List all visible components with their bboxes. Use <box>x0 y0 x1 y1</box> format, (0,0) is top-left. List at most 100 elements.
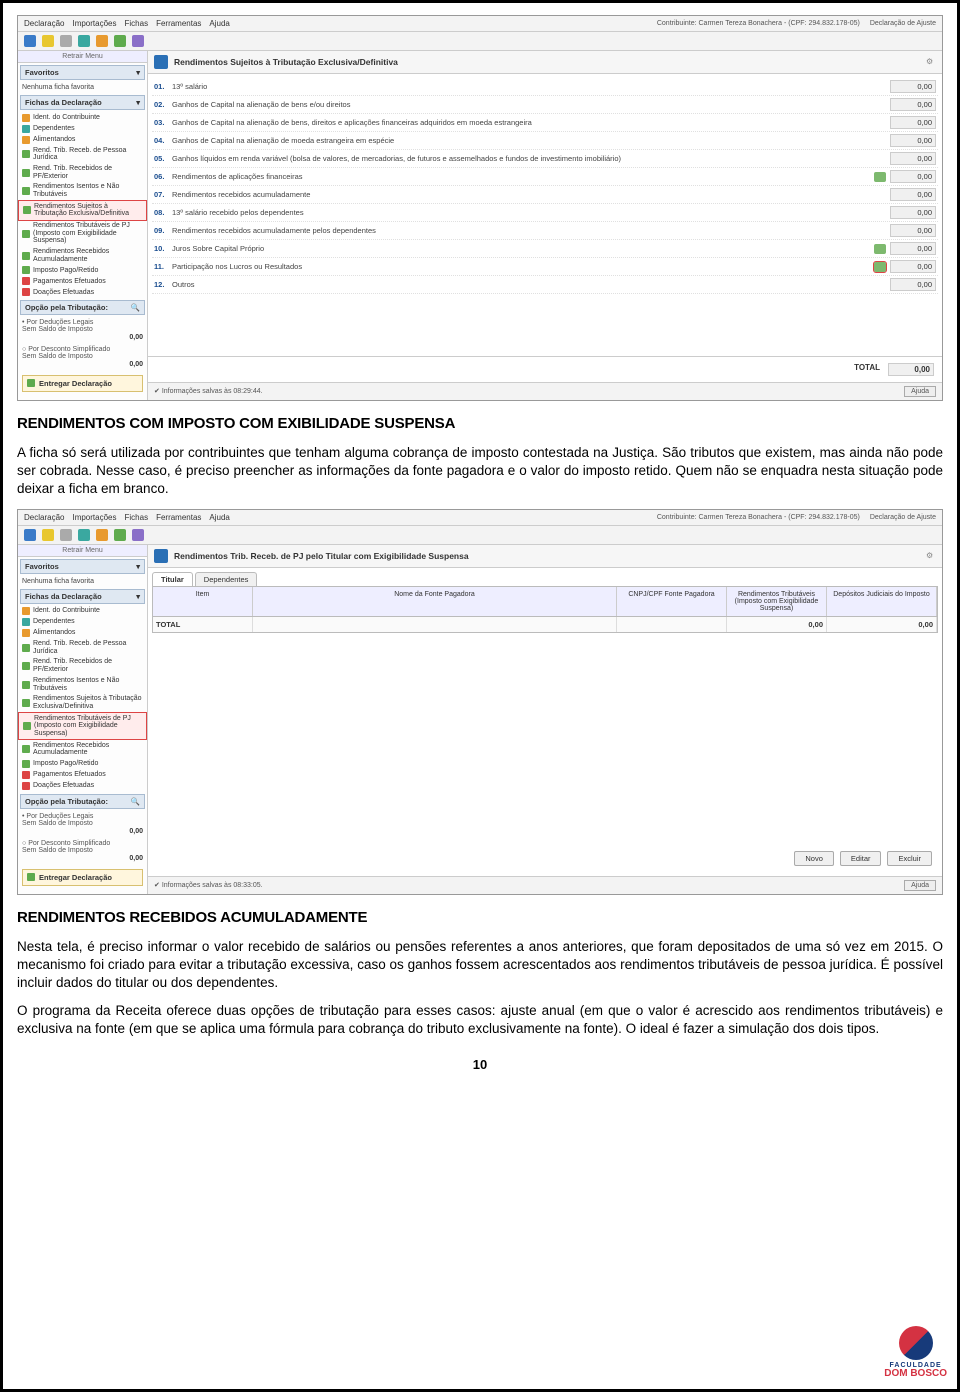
money-icon[interactable] <box>874 262 886 272</box>
novo-button[interactable]: Novo <box>794 851 834 866</box>
sidebar-item[interactable]: Dependentes <box>18 617 147 628</box>
sidebar-item[interactable]: Imposto Pago/Retido <box>18 265 147 276</box>
sidebar-item[interactable]: Rendimentos Sujeitos à Tributação Exclus… <box>18 694 147 712</box>
tb-print-icon[interactable] <box>96 529 108 541</box>
tax-option-deducoes[interactable]: • Por Deduções Legais Sem Saldo de Impos… <box>18 317 147 344</box>
tab-dependentes[interactable]: Dependentes <box>195 572 258 586</box>
tax-option-deducoes[interactable]: • Por Deduções Legais Sem Saldo de Impos… <box>18 811 147 838</box>
menu-ajuda[interactable]: Ajuda <box>209 19 229 28</box>
sidebar-item[interactable]: Doações Efetuadas <box>18 287 147 298</box>
tb-new-icon[interactable] <box>24 35 36 47</box>
logo-symbol-icon <box>899 1326 933 1360</box>
sidebar-item[interactable]: Alimentandos <box>18 628 147 639</box>
retrair-menu-button[interactable]: Retrair Menu <box>18 51 147 63</box>
sidebar-item[interactable]: Rendimentos Isentos e Não Tributáveis <box>18 182 147 200</box>
tb-open-icon[interactable] <box>42 529 54 541</box>
th-item[interactable]: Item <box>153 587 253 616</box>
th-fonte[interactable]: Nome da Fonte Pagadora <box>253 587 617 616</box>
row-value[interactable]: 0,00 <box>890 242 936 255</box>
menu-ferramentas[interactable]: Ferramentas <box>156 513 201 522</box>
sidebar-item[interactable]: Rendimentos Recebidos Acumuladamente <box>18 740 147 758</box>
sidebar-item[interactable]: Ident. do Contribuinte <box>18 112 147 123</box>
opcao-tributacao-header[interactable]: Opção pela Tributação:🔍 <box>20 300 145 315</box>
opcao-tributacao-header[interactable]: Opção pela Tributação:🔍 <box>20 794 145 809</box>
tab-titular[interactable]: Titular <box>152 572 193 586</box>
sidebar-item[interactable]: Rend. Trib. Receb. de Pessoa Jurídica <box>18 145 147 163</box>
row-value[interactable]: 0,00 <box>890 170 936 183</box>
sidebar-item[interactable]: Pagamentos Efetuados <box>18 276 147 287</box>
sidebar-item-label: Rendimentos Recebidos Acumuladamente <box>33 248 143 263</box>
tb-open-icon[interactable] <box>42 35 54 47</box>
sidebar-item-icon <box>22 125 30 133</box>
tb-new-icon[interactable] <box>24 529 36 541</box>
money-icon[interactable] <box>874 172 886 182</box>
sidebar-item-icon <box>22 277 30 285</box>
th-cnpj[interactable]: CNPJ/CPF Fonte Pagadora <box>617 587 727 616</box>
gear-icon[interactable]: ⚙ <box>926 551 936 561</box>
menu-ajuda[interactable]: Ajuda <box>209 513 229 522</box>
ajuda-button[interactable]: Ajuda <box>904 880 936 891</box>
tax-option-simplificado[interactable]: ○ Por Desconto Simplificado Sem Saldo de… <box>18 344 147 371</box>
sidebar-item[interactable]: Rend. Trib. Recebidos de PF/Exterior <box>18 163 147 181</box>
sidebar-item[interactable]: Ident. do Contribuinte <box>18 606 147 617</box>
menu-declaracao[interactable]: Declaração <box>24 513 64 522</box>
fichas-header[interactable]: Fichas da Declaração▾ <box>20 95 145 110</box>
favoritos-header[interactable]: Favoritos▾ <box>20 65 145 80</box>
sidebar-item[interactable]: Pagamentos Efetuados <box>18 770 147 781</box>
row-value[interactable]: 0,00 <box>890 260 936 273</box>
menu-ferramentas[interactable]: Ferramentas <box>156 19 201 28</box>
tb-check-icon[interactable] <box>114 529 126 541</box>
favoritos-header[interactable]: Favoritos▾ <box>20 559 145 574</box>
fichas-header[interactable]: Fichas da Declaração▾ <box>20 589 145 604</box>
row-value[interactable]: 0,00 <box>890 224 936 237</box>
row-value[interactable]: 0,00 <box>890 152 936 165</box>
tax-option-simplificado[interactable]: ○ Por Desconto Simplificado Sem Saldo de… <box>18 838 147 865</box>
sidebar-item[interactable]: Rend. Trib. Recebidos de PF/Exterior <box>18 657 147 675</box>
entregar-declaracao-button[interactable]: Entregar Declaração <box>22 375 143 392</box>
row-value[interactable]: 0,00 <box>890 98 936 111</box>
sidebar-item[interactable]: Rendimentos Recebidos Acumuladamente <box>18 247 147 265</box>
tb-print-icon[interactable] <box>96 35 108 47</box>
th-rend[interactable]: Rendimentos Tributáveis (Imposto com Exi… <box>727 587 827 616</box>
entregar-declaracao-button[interactable]: Entregar Declaração <box>22 869 143 886</box>
tb-save-icon[interactable] <box>132 529 144 541</box>
menu-declaracao[interactable]: Declaração <box>24 19 64 28</box>
retrair-menu-button[interactable]: Retrair Menu <box>18 545 147 557</box>
sidebar-item[interactable]: Rend. Trib. Receb. de Pessoa Jurídica <box>18 639 147 657</box>
row-value[interactable]: 0,00 <box>890 278 936 291</box>
editar-button[interactable]: Editar <box>840 851 882 866</box>
tb-delete-icon[interactable] <box>60 529 72 541</box>
sidebar-item[interactable]: Rendimentos Tributáveis de PJ (Imposto c… <box>18 712 147 740</box>
row-value[interactable]: 0,00 <box>890 116 936 129</box>
gear-icon[interactable]: ⚙ <box>926 57 936 67</box>
tb-save-icon[interactable] <box>132 35 144 47</box>
row-value[interactable]: 0,00 <box>890 188 936 201</box>
tb-refresh-icon[interactable] <box>78 35 90 47</box>
status-bar-1: ✔ Informações salvas às 08:29:44. Ajuda <box>148 382 942 400</box>
sidebar-item[interactable]: Rendimentos Tributáveis de PJ (Imposto c… <box>18 221 147 247</box>
sidebar-item-icon <box>22 136 30 144</box>
tb-delete-icon[interactable] <box>60 35 72 47</box>
sidebar-item-icon <box>22 114 30 122</box>
sidebar-item[interactable]: Alimentandos <box>18 134 147 145</box>
sidebar-item[interactable]: Doações Efetuadas <box>18 781 147 792</box>
th-depositos[interactable]: Depósitos Judiciais do Imposto <box>827 587 937 616</box>
money-icon[interactable] <box>874 244 886 254</box>
sidebar-item[interactable]: Imposto Pago/Retido <box>18 759 147 770</box>
menu-importacoes[interactable]: Importações <box>72 513 116 522</box>
sidebar-item[interactable]: Rendimentos Isentos e Não Tributáveis <box>18 675 147 693</box>
row-value[interactable]: 0,00 <box>890 206 936 219</box>
ajuda-button[interactable]: Ajuda <box>904 386 936 397</box>
sidebar-item[interactable]: Rendimentos Sujeitos à Tributação Exclus… <box>18 200 147 220</box>
row-value[interactable]: 0,00 <box>890 80 936 93</box>
menu-importacoes[interactable]: Importações <box>72 19 116 28</box>
tb-refresh-icon[interactable] <box>78 529 90 541</box>
menu-fichas[interactable]: Fichas <box>125 19 149 28</box>
row-number: 07. <box>154 190 172 199</box>
excluir-button[interactable]: Excluir <box>887 851 932 866</box>
row-value[interactable]: 0,00 <box>890 134 936 147</box>
tb-check-icon[interactable] <box>114 35 126 47</box>
sidebar-item-label: Rend. Trib. Recebidos de PF/Exterior <box>33 658 143 673</box>
sidebar-item[interactable]: Dependentes <box>18 123 147 134</box>
menu-fichas[interactable]: Fichas <box>125 513 149 522</box>
